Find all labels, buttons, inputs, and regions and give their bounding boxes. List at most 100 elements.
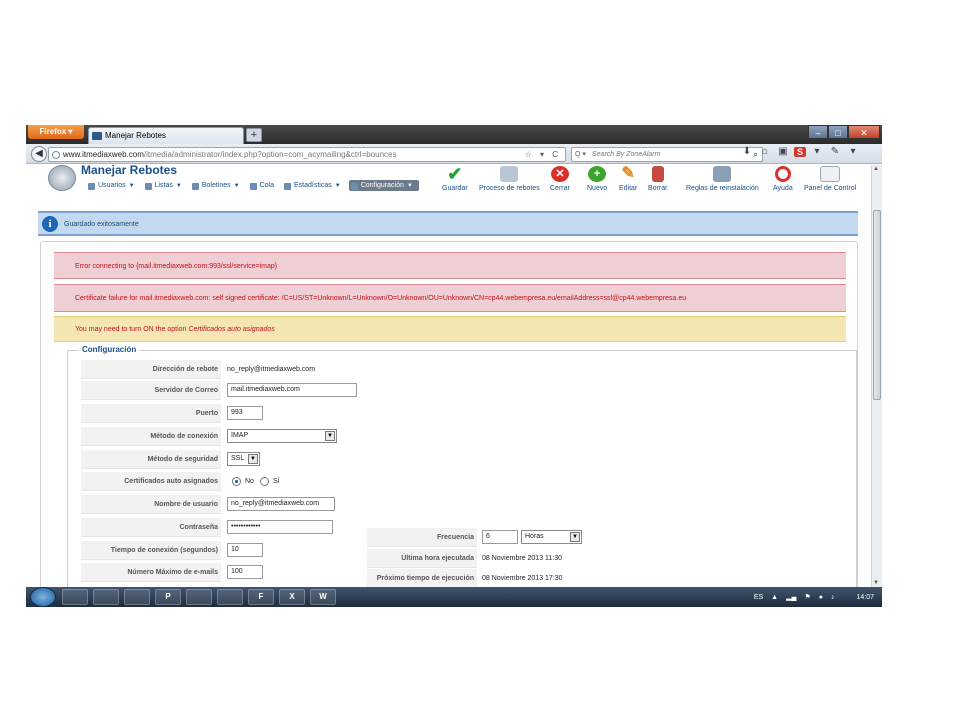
page-content: Manejar Rebotes Usuarios ▼ Listas ▼ Boleti… [26, 165, 871, 587]
language-indicator[interactable]: ES [754, 594, 763, 601]
username-label: Nombre de usuario [81, 495, 221, 514]
minimize-button[interactable]: – [808, 125, 828, 139]
security-method-select[interactable]: SSL ▼ [227, 452, 260, 466]
content-panel: Error connecting to {mail.itmediaxweb.co… [40, 241, 858, 587]
maximize-button[interactable]: □ [828, 125, 848, 139]
download-icon[interactable]: ⬇ [740, 146, 754, 157]
frequency-unit-select[interactable]: Horas ▼ [521, 530, 582, 544]
password-input[interactable]: •••••••••••• [227, 520, 333, 534]
delete-button[interactable]: Borrar [648, 166, 667, 192]
word-app[interactable]: W [310, 589, 336, 605]
process-bounces-button[interactable]: Proceso de rebotes [479, 166, 540, 192]
new-tab-button[interactable]: + [246, 128, 262, 142]
addon-s-icon[interactable]: S [794, 146, 806, 157]
chrome-app[interactable] [124, 589, 150, 605]
acymailing-logo-icon [48, 165, 76, 191]
back-button[interactable]: ◀ [31, 146, 47, 162]
frequency-label: Frecuencia [367, 528, 477, 547]
menu-boletines[interactable]: Boletines ▼ [190, 180, 246, 191]
firefox-menu-button[interactable]: Firefox ▾ [28, 125, 84, 139]
addon-pin-icon[interactable]: ✎ [828, 146, 842, 157]
antivirus-icon[interactable]: ● [819, 594, 823, 601]
max-emails-input[interactable]: 100 [227, 565, 263, 579]
control-panel-icon [820, 166, 841, 182]
chevron-down-icon: ▼ [325, 431, 335, 441]
home-icon[interactable]: ⌂ [758, 146, 772, 157]
nav-icons: ⬇ ⌂ ▣ S ▾ ✎ ▾ [740, 146, 860, 157]
start-button[interactable] [30, 587, 56, 607]
self-signed-yes-radio[interactable] [260, 477, 269, 486]
username-input[interactable]: no_reply@itmediaxweb.com [227, 497, 335, 511]
page-title: Manejar Rebotes [81, 165, 178, 177]
app-6[interactable] [217, 589, 243, 605]
port-label: Puerto [81, 404, 221, 423]
mail-server-input[interactable]: mail.itmediaxweb.com [227, 383, 357, 397]
powerpoint-app[interactable]: P [155, 589, 181, 605]
scroll-down-icon[interactable]: ▼ [873, 580, 879, 586]
flag-icon[interactable]: ⚑ [804, 593, 810, 601]
menu-usuarios[interactable]: Usuarios ▼ [86, 180, 141, 191]
chevron-down-icon: ▼ [570, 532, 580, 542]
clock[interactable]: 14:07 [856, 594, 874, 601]
url-bar[interactable]: www.itmediaxweb.com/itmedia/administrato… [48, 147, 566, 162]
taskbar-apps: P F X W [62, 589, 336, 605]
component-menu: Usuarios ▼ Listas ▼ Boletines ▼ Cola Estadí… [86, 180, 419, 191]
control-panel-button[interactable]: Panel de Control [804, 166, 856, 192]
tray-expand-icon[interactable]: ▲ [771, 594, 778, 601]
save-check-icon: ✔ [447, 165, 463, 184]
port-input[interactable]: 993 [227, 406, 263, 420]
globe-icon [52, 151, 60, 159]
last-run-label: Última hora ejecutada [367, 549, 477, 568]
vertical-scrollbar[interactable]: ▲ ▼ [871, 165, 882, 587]
navigation-bar: ◀ www.itmediaxweb.com/itmedia/administra… [26, 144, 882, 164]
success-message-text: Guardado exitosamente [64, 221, 139, 228]
browser-tab[interactable]: Manejar Rebotes [88, 127, 244, 144]
rules-icon [713, 166, 732, 182]
timeout-label: Tiempo de conexión (segundos) [81, 541, 221, 560]
close-window-button[interactable]: ✕ [848, 125, 880, 139]
chevron-down-icon: ▼ [248, 454, 258, 464]
addon-dropdown-icon[interactable]: ▾ [810, 146, 824, 157]
self-signed-no-radio[interactable] [232, 477, 241, 486]
bookmarks-icon[interactable]: ▣ [776, 146, 790, 157]
new-button[interactable]: + Nuevo [587, 166, 607, 192]
next-run-value: 08 Noviembre 2013 17:30 [482, 575, 563, 582]
more-icon[interactable]: ▾ [846, 146, 860, 157]
explorer-app[interactable] [62, 589, 88, 605]
url-controls[interactable]: ☆ ▾ C [525, 148, 561, 161]
window-controls: – □ ✕ [808, 125, 880, 139]
menu-configuracion[interactable]: Configuración ▼ [348, 180, 419, 191]
network-icon[interactable]: ▂▄ [786, 593, 796, 601]
scrollbar-thumb[interactable] [873, 210, 881, 400]
error-message-certificate: Certificate failure for mail.itmediaxweb… [54, 284, 846, 312]
edit-button[interactable]: ✎ Editar [619, 166, 637, 193]
tab-title: Manejar Rebotes [105, 131, 166, 140]
browser-titlebar: Firefox ▾ Manejar Rebotes + – □ ✕ [26, 125, 882, 144]
error-message-connection: Error connecting to {mail.itmediaxweb.co… [54, 252, 846, 279]
bounce-address-value: no_reply@itmediaxweb.com [227, 366, 316, 373]
url-path: /itmedia/administrator/index.php?option=… [143, 150, 397, 159]
reinstall-rules-button[interactable]: Reglas de reinstalación [686, 166, 759, 192]
menu-cola[interactable]: Cola [248, 180, 280, 191]
frequency-value-input[interactable]: 6 [482, 530, 518, 544]
filezilla-app[interactable]: F [248, 589, 274, 605]
menu-estadisticas[interactable]: Estadísticas ▼ [282, 180, 347, 191]
notes-app[interactable] [186, 589, 212, 605]
volume-icon[interactable]: ♪ [831, 594, 835, 601]
max-emails-label: Número Máximo de e-mails [81, 563, 221, 582]
connection-method-select[interactable]: IMAP ▼ [227, 429, 337, 443]
search-bar[interactable]: Q ▾ Search By ZoneAlarm ⌕ [571, 147, 763, 162]
help-button[interactable]: Ayuda [773, 166, 793, 192]
lifebuoy-icon [774, 166, 791, 182]
save-button[interactable]: ✔ Guardar [442, 165, 468, 192]
menu-listas[interactable]: Listas ▼ [143, 180, 188, 191]
excel-app[interactable]: X [279, 589, 305, 605]
scroll-up-icon[interactable]: ▲ [873, 166, 879, 172]
password-label: Contraseña [81, 518, 221, 537]
firefox-app[interactable] [93, 589, 119, 605]
self-signed-yes-label: Sí [273, 478, 280, 485]
mail-server-label: Servidor de Correo [81, 381, 221, 400]
close-button[interactable]: ✕ Cerrar [550, 166, 570, 192]
new-icon: + [588, 166, 607, 182]
timeout-input[interactable]: 10 [227, 543, 263, 557]
